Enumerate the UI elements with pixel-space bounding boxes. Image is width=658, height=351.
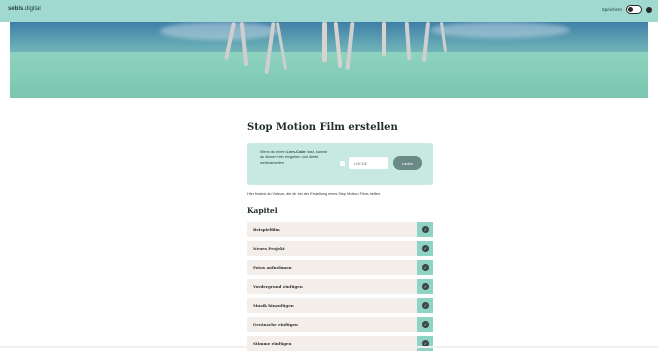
chapter-item[interactable]: Vordergrund einfügen ✓: [247, 279, 433, 294]
lock-icon: [340, 161, 345, 166]
chapter-status: ✓: [417, 222, 433, 237]
chapter-status: ✓: [417, 317, 433, 332]
save-toggle[interactable]: [626, 5, 642, 14]
chapter-item[interactable]: Stimme einfügen ✓: [247, 336, 433, 351]
chapter-item[interactable]: Beispielfilm ✓: [247, 222, 433, 237]
chapter-item[interactable]: Musik hinzufügen ✓: [247, 298, 433, 313]
chapter-label: Musik hinzufügen: [253, 303, 294, 308]
hero-blur: [160, 22, 280, 40]
learn-code-input[interactable]: [349, 157, 388, 169]
chapter-status: ✓: [417, 336, 433, 351]
intro-text: Hier findest du Videos, die dir bei der …: [247, 192, 382, 196]
chapter-item[interactable]: Neues Projekt ✓: [247, 241, 433, 256]
brand-suffix: .digital: [23, 6, 41, 12]
check-icon: ✓: [422, 264, 429, 271]
chapter-status: ✓: [417, 298, 433, 313]
save-controls: Speichern: [602, 5, 652, 14]
menu-dot-icon[interactable]: [646, 6, 652, 13]
check-icon: ✓: [422, 321, 429, 328]
check-icon: ✓: [422, 283, 429, 290]
learn-code-text-part: Wenn du einen: [260, 150, 287, 154]
chapter-status: ✓: [417, 260, 433, 275]
chapter-status: ✓: [417, 279, 433, 294]
learn-code-text-bold: Lern-Code: [286, 150, 306, 154]
chapter-item[interactable]: Geräusche einfügen ✓: [247, 317, 433, 332]
chapter-item[interactable]: Fotos aufnehmen ✓: [247, 260, 433, 275]
page-title: Stop Motion Film erstellen: [247, 122, 398, 133]
toggle-knob: [628, 7, 633, 12]
hero-leg: [322, 22, 327, 62]
hero-floor: [10, 52, 648, 98]
check-icon: ✓: [422, 245, 429, 252]
chapter-label: Fotos aufnehmen: [253, 265, 292, 270]
hero-blur: [430, 22, 570, 38]
chapter-label: Neues Projekt: [253, 246, 285, 251]
top-bar: sebis.digital Speichern: [0, 0, 658, 22]
brand-logo[interactable]: sebis.digital: [8, 6, 41, 12]
chapter-label: Vordergrund einfügen: [253, 284, 303, 289]
check-icon: ✓: [422, 302, 429, 309]
chapter-label: Geräusche einfügen: [253, 322, 298, 327]
chapter-heading: Kapitel: [247, 206, 278, 215]
chapter-status: ✓: [417, 241, 433, 256]
save-label: Speichern: [601, 7, 622, 12]
brand-name: sebis: [8, 6, 24, 12]
hero-leg: [382, 22, 386, 56]
learn-code-box: Wenn du einen Lern-Code hast, kannst du …: [247, 143, 433, 185]
learn-code-text: Wenn du einen Lern-Code hast, kannst du …: [260, 150, 330, 166]
chapter-label: Beispielfilm: [253, 227, 280, 232]
check-icon: ✓: [422, 226, 429, 233]
hero-image: [10, 22, 648, 98]
load-button[interactable]: Laden: [393, 156, 422, 170]
